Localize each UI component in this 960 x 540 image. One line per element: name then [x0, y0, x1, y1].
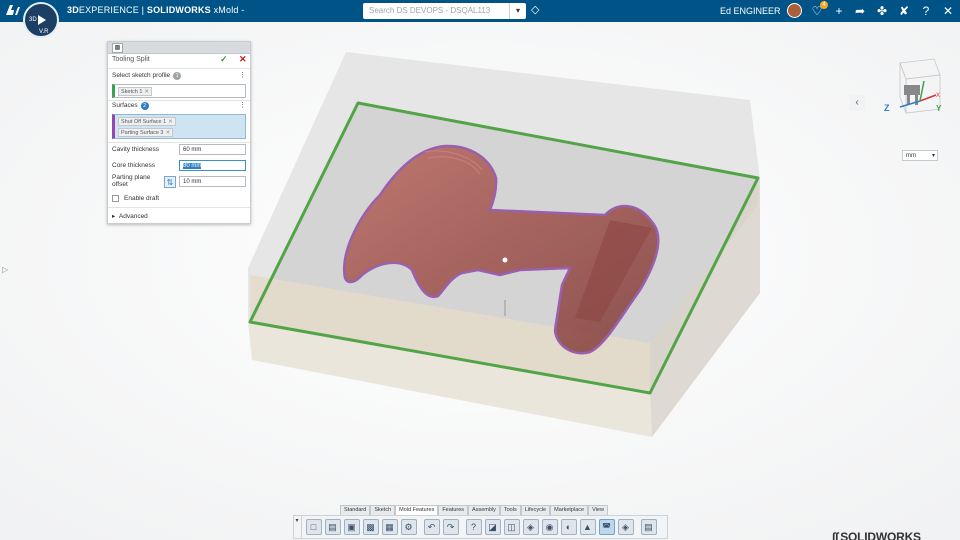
- options-icon[interactable]: ⚙: [400, 519, 417, 535]
- compress-icon[interactable]: ✕: [941, 3, 955, 19]
- tag-icon[interactable]: ◇: [531, 4, 543, 16]
- remove-chip-icon: ✕: [165, 130, 171, 136]
- app-title: 3DEXPERIENCE | SOLIDWORKS xMold -: [67, 5, 245, 15]
- core-thickness-label: Core thickness: [112, 162, 155, 169]
- render-icon[interactable]: ◈: [617, 519, 634, 535]
- tooling-split-icon[interactable]: ▤: [640, 519, 657, 535]
- enable-draft-checkbox[interactable]: [112, 195, 119, 202]
- units-select[interactable]: mm ▾: [902, 150, 938, 161]
- compass-icon[interactable]: 3D V.R: [23, 2, 59, 38]
- compass-vr-label: V.R: [39, 29, 49, 35]
- surface-chip[interactable]: Shut Off Surface 1 ✕: [118, 117, 176, 126]
- solidworks-logo: ∫∫ SOLIDWORKS: [832, 530, 921, 540]
- user-name[interactable]: Ed ENGINEER: [720, 6, 781, 16]
- save-icon[interactable]: ▣: [343, 519, 360, 535]
- more-options-icon[interactable]: ⋮: [239, 101, 246, 109]
- tab-sketch[interactable]: Sketch: [370, 505, 396, 515]
- origin-point: [502, 257, 508, 263]
- tab-features[interactable]: Features: [438, 505, 469, 515]
- sketch-selection-box[interactable]: Sketch 1 ✕: [112, 84, 246, 98]
- tools-icon[interactable]: ✘: [897, 3, 911, 19]
- surfaces-count-badge: 2: [140, 102, 149, 110]
- core-thickness-input[interactable]: 80 mm: [179, 160, 246, 171]
- cancel-close-icon[interactable]: ✕: [239, 54, 247, 65]
- sketch-profile-label: Select sketch profile 1: [112, 72, 182, 80]
- avatar[interactable]: [787, 3, 802, 18]
- compass-3d-label: 3D: [29, 17, 37, 23]
- section-view-icon[interactable]: ◪: [484, 519, 501, 535]
- tab-mold-features[interactable]: Mold Features: [395, 505, 439, 515]
- tab-tools[interactable]: Tools: [499, 505, 521, 515]
- flip-direction-icon[interactable]: ⇅: [164, 176, 176, 188]
- open-icon[interactable]: ▤: [324, 519, 341, 535]
- tooling-split-tab-icon[interactable]: ▩: [112, 43, 123, 53]
- units-value: mm: [906, 153, 916, 159]
- remove-chip-icon: ✕: [168, 119, 173, 125]
- share-icon[interactable]: ➦: [853, 3, 867, 19]
- cavity-thickness-input[interactable]: 60 mm: [179, 144, 246, 155]
- network-icon[interactable]: ✤: [875, 3, 889, 19]
- command-manager-toolbar: □ ▤ ▣ ▩ ▦ ⚙ ↶ ↷ ? ◪ ◫ ◈ ◉ ◐ ▲ ◚ ◈ ▤: [293, 515, 668, 539]
- scene-icon[interactable]: ▲: [579, 519, 596, 535]
- sidebar-expand-icon[interactable]: ▷: [2, 265, 10, 275]
- tab-standard[interactable]: Standard: [340, 505, 371, 515]
- rebuild-icon[interactable]: ▩: [362, 519, 379, 535]
- appearance-icon[interactable]: ◐: [560, 519, 577, 535]
- parting-plane-offset-label: Parting plane offset: [112, 174, 151, 188]
- panel-title: Tooling Split: [112, 56, 150, 63]
- surface-chip[interactable]: Parting Surface 3 ✕: [118, 128, 174, 137]
- dassault-logo-icon: [4, 3, 24, 19]
- axis-x-label: X: [936, 93, 940, 99]
- advanced-section[interactable]: ▸ Advanced: [112, 212, 148, 220]
- tab-lifecycle[interactable]: Lifecycle: [520, 505, 551, 515]
- undo-icon[interactable]: ↶: [423, 519, 440, 535]
- search-input[interactable]: Search DS DEVOPS - DSQAL113: [363, 3, 516, 19]
- sketch-chip[interactable]: Sketch 1 ✕: [118, 87, 153, 96]
- new-document-icon[interactable]: □: [305, 519, 322, 535]
- compass-play-icon: [38, 15, 46, 25]
- panel-header: ▩: [108, 42, 250, 54]
- help-icon[interactable]: ?: [919, 3, 933, 19]
- tooling-split-panel: ▩ Tooling Split ✓ ✕ Select sketch profil…: [107, 41, 251, 224]
- properties-icon[interactable]: ▦: [381, 519, 398, 535]
- command-manager-tabs: Standard Sketch Mold Features Features A…: [340, 505, 608, 515]
- hide-show-icon[interactable]: ◉: [541, 519, 558, 535]
- surfaces-label: Surfaces 2: [112, 102, 149, 110]
- view-cube-triad[interactable]: Z X Y: [880, 55, 944, 119]
- toolbar-dropdown-icon[interactable]: ▾: [293, 515, 302, 539]
- tab-view[interactable]: View: [588, 505, 608, 515]
- cavity-thickness-label: Cavity thickness: [112, 146, 159, 153]
- redo-icon[interactable]: ↷: [442, 519, 459, 535]
- add-icon[interactable]: +: [832, 3, 846, 19]
- parting-plane-offset-input[interactable]: 10 mm: [179, 176, 246, 187]
- axis-y-label: Y: [936, 104, 942, 113]
- help-icon[interactable]: ?: [465, 519, 482, 535]
- display-style-icon[interactable]: ◈: [522, 519, 539, 535]
- parting-line-icon[interactable]: ◚: [598, 519, 615, 535]
- search-scope-dropdown[interactable]: ▾: [509, 3, 526, 19]
- chevron-right-icon: ▸: [112, 213, 116, 220]
- chevron-left-icon[interactable]: ‹: [849, 95, 865, 111]
- surfaces-selection-box[interactable]: Shut Off Surface 1 ✕ Parting Surface 3 ✕: [112, 114, 246, 139]
- enable-draft-label: Enable draft: [124, 195, 160, 202]
- chevron-down-icon: ▾: [931, 153, 935, 159]
- notification-badge: 4: [820, 1, 828, 9]
- ok-check-icon[interactable]: ✓: [220, 54, 228, 65]
- axis-z-label: Z: [884, 103, 890, 113]
- top-bar: 3DEXPERIENCE | SOLIDWORKS xMold - Search…: [0, 0, 960, 22]
- tab-assembly[interactable]: Assembly: [468, 505, 500, 515]
- view-orientation-icon[interactable]: ◫: [503, 519, 520, 535]
- sketch-count-badge: 1: [173, 72, 182, 80]
- more-options-icon[interactable]: ⋮: [239, 71, 246, 79]
- remove-chip-icon: ✕: [144, 89, 150, 95]
- tab-marketplace[interactable]: Marketplace: [550, 505, 589, 515]
